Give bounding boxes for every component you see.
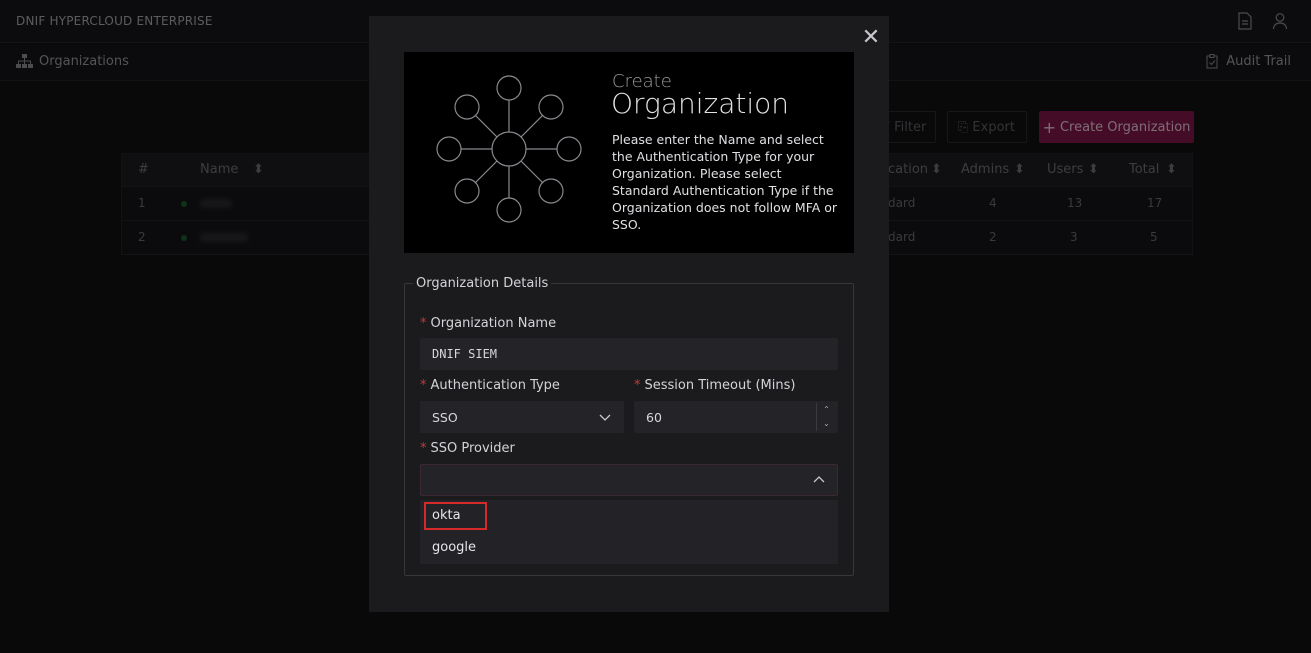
session-timeout-label: * Session Timeout (Mins) [634, 378, 796, 393]
chevron-up-icon[interactable]: ⌃ [817, 403, 836, 417]
chevron-up-icon [813, 476, 825, 483]
chevron-down-icon [599, 414, 611, 421]
session-timeout-input[interactable]: 60 ⌃ ⌄ [634, 401, 838, 433]
org-name-value: DNIF SIEM [432, 347, 498, 361]
auth-type-value: SSO [432, 409, 458, 425]
number-stepper[interactable]: ⌃ ⌄ [816, 403, 836, 431]
section-title: Organization Details [416, 276, 549, 291]
network-hub-icon [436, 75, 582, 223]
sso-provider-label: * SSO Provider [420, 441, 515, 456]
modal-title: Organization [611, 87, 790, 120]
auth-type-select[interactable]: SSO [420, 401, 624, 433]
session-timeout-value: 60 [646, 409, 662, 425]
modal-hero: Create Organization Please enter the Nam… [404, 52, 854, 253]
create-organization-modal: ✕ Create Organization Please enter the N… [369, 16, 889, 612]
close-icon[interactable]: ✕ [861, 27, 881, 49]
auth-type-label: * Authentication Type [420, 378, 560, 393]
highlight-box [424, 502, 487, 530]
modal-description: Please enter the Name and select the Aut… [612, 132, 838, 232]
sso-provider-select[interactable] [420, 464, 838, 496]
sso-option-google[interactable]: google [432, 540, 476, 555]
org-name-label: * Organization Name [420, 316, 557, 331]
org-name-field[interactable]: DNIF SIEM [420, 338, 838, 370]
chevron-down-icon[interactable]: ⌄ [817, 417, 836, 431]
